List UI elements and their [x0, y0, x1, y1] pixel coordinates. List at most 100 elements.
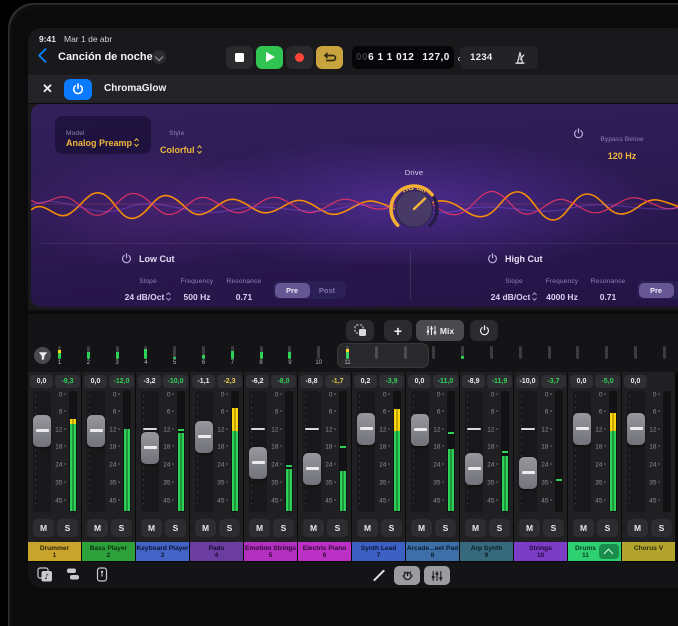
play-surface-icon[interactable]	[96, 567, 108, 587]
track-name-band[interactable]: Drummer 1	[28, 542, 81, 561]
low-cut-slope[interactable]: Slope 24 dB/Oct	[123, 278, 173, 305]
song-menu-button[interactable]	[152, 50, 166, 64]
high-cut-power-icon[interactable]	[487, 253, 498, 264]
track-name-band[interactable]: Keyboard Player 3	[136, 542, 189, 561]
solo-button[interactable]: S	[597, 519, 618, 537]
track-name-band[interactable]: Arp Synth 9	[460, 542, 513, 561]
bypass-control[interactable]: Bypass Below 120 Hz	[591, 128, 653, 164]
mute-button[interactable]: M	[87, 519, 108, 537]
mute-button[interactable]: M	[465, 519, 486, 537]
close-icon[interactable]: ✕	[42, 82, 55, 95]
volume-readout[interactable]: -10,0	[516, 375, 539, 388]
volume-readout[interactable]: 0,0	[84, 375, 107, 388]
fader-handle[interactable]	[465, 453, 483, 485]
low-cut-frequency[interactable]: Frequency 500 Hz	[174, 278, 220, 305]
mute-button[interactable]: M	[519, 519, 540, 537]
stop-button[interactable]	[226, 46, 253, 69]
low-cut-resonance[interactable]: Resonance 0.71	[221, 278, 267, 305]
solo-button[interactable]: S	[435, 519, 456, 537]
back-chevron-icon[interactable]	[38, 48, 54, 64]
record-button[interactable]	[286, 46, 313, 69]
track-name-band[interactable]: Drums 11	[568, 542, 621, 561]
level-control[interactable]: Level 0.0	[661, 128, 678, 164]
fader-track[interactable]	[303, 391, 321, 512]
fader-track[interactable]	[627, 391, 645, 512]
solo-button[interactable]: S	[489, 519, 510, 537]
fader-track[interactable]	[87, 391, 105, 512]
track-name-band[interactable]: Emotion Strings 5	[244, 542, 297, 561]
volume-readout[interactable]: 0,0	[624, 375, 647, 388]
controls-knob-button[interactable]	[394, 566, 420, 585]
track-name-band[interactable]: Pads 4	[190, 542, 243, 561]
style-selector[interactable]: Style Colorful	[160, 122, 202, 158]
volume-readout[interactable]: -1,1	[192, 375, 215, 388]
mixer-power-button[interactable]	[470, 320, 498, 341]
solo-button[interactable]: S	[651, 519, 672, 537]
fader-handle[interactable]	[249, 447, 267, 479]
play-button[interactable]	[256, 46, 283, 69]
low-cut-power-icon[interactable]	[121, 253, 132, 264]
fader-handle[interactable]	[33, 415, 51, 447]
metronome-icon[interactable]	[513, 51, 528, 65]
collapse-chevron-button[interactable]	[599, 544, 619, 559]
mute-button[interactable]: M	[303, 519, 324, 537]
overview-selection-window[interactable]	[337, 343, 429, 368]
model-selector[interactable]: Model Analog Preamp	[55, 116, 151, 154]
fader-track[interactable]	[357, 391, 375, 512]
bypass-power-icon[interactable]	[573, 128, 584, 139]
fader-handle[interactable]	[195, 421, 213, 453]
song-title[interactable]: Canción de noche	[58, 51, 153, 63]
pre-button[interactable]: Pre	[275, 283, 310, 298]
solo-button[interactable]: S	[57, 519, 78, 537]
mute-button[interactable]: M	[141, 519, 162, 537]
volume-readout[interactable]: -8,9	[462, 375, 485, 388]
pre-button[interactable]: Pre	[639, 283, 674, 298]
fader-track[interactable]	[33, 391, 51, 512]
track-name-band[interactable]: Strings 10	[514, 542, 567, 561]
mute-button[interactable]: M	[33, 519, 54, 537]
mute-button[interactable]: M	[357, 519, 378, 537]
fader-track[interactable]	[573, 391, 591, 512]
post-button[interactable]: Post	[310, 283, 345, 298]
fader-handle[interactable]	[573, 413, 591, 445]
mix-button[interactable]: Mix	[416, 320, 464, 341]
solo-button[interactable]: S	[327, 519, 348, 537]
count-in-button[interactable]: 1234	[470, 52, 492, 63]
browser-icon[interactable]: ♪	[37, 567, 53, 587]
fader-handle[interactable]	[519, 457, 537, 489]
track-name-band[interactable]: Electric Piano 6	[298, 542, 351, 561]
fader-handle[interactable]	[411, 414, 429, 446]
solo-button[interactable]: S	[219, 519, 240, 537]
fader-handle[interactable]	[357, 413, 375, 445]
fader-track[interactable]	[519, 391, 537, 512]
solo-button[interactable]: S	[273, 519, 294, 537]
volume-readout[interactable]: 0,0	[408, 375, 431, 388]
fader-track[interactable]	[249, 391, 267, 512]
volume-readout[interactable]: -6,2	[246, 375, 269, 388]
track-name-band[interactable]: Arcade...eet Pad 8	[406, 542, 459, 561]
fader-track[interactable]	[141, 391, 159, 512]
post-button[interactable]: Post	[674, 283, 678, 298]
add-button[interactable]: +	[384, 320, 412, 341]
plugin-power-button[interactable]	[64, 79, 92, 100]
fader-handle[interactable]	[303, 453, 321, 485]
volume-readout[interactable]: 0,0	[570, 375, 593, 388]
volume-readout[interactable]: 0,0	[30, 375, 53, 388]
volume-readout[interactable]: 0,2	[354, 375, 377, 388]
mute-button[interactable]: M	[249, 519, 270, 537]
mute-button[interactable]: M	[573, 519, 594, 537]
cycle-button[interactable]	[316, 46, 343, 69]
high-cut-frequency[interactable]: Frequency 4000 Hz	[539, 278, 585, 305]
track-name-band[interactable]: Synth Lead 7	[352, 542, 405, 561]
lcd-display[interactable]: 006 1 1 012 127,0 4/4 C maj In Out MIDI	[352, 46, 454, 69]
solo-button[interactable]: S	[381, 519, 402, 537]
pencil-icon[interactable]	[373, 569, 385, 581]
volume-readout[interactable]: -3,2	[138, 375, 161, 388]
track-name-band[interactable]: Bass Player 2	[82, 542, 135, 561]
filter-icon[interactable]	[34, 347, 51, 364]
drive-knob[interactable]	[385, 184, 443, 236]
fader-handle[interactable]	[627, 413, 645, 445]
solo-button[interactable]: S	[165, 519, 186, 537]
fader-handle[interactable]	[141, 432, 159, 464]
mute-button[interactable]: M	[627, 519, 648, 537]
